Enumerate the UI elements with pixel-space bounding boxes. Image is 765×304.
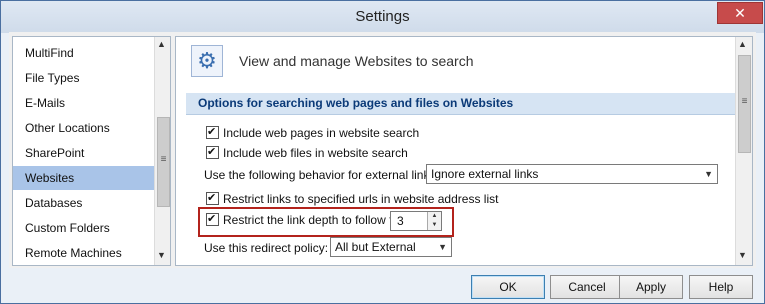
chevron-down-icon: ▼ [704, 169, 713, 179]
panel-scroll-thumb[interactable]: ≡ [738, 55, 751, 153]
include-web-files-checkbox[interactable] [206, 144, 219, 160]
restrict-urls-checkbox[interactable] [206, 190, 219, 206]
nav-item-multifind[interactable]: MultiFind [13, 41, 155, 65]
panel-scroll-up-icon[interactable]: ▲ [738, 39, 747, 49]
title-bar: Settings ✕ [1, 1, 764, 33]
stepper-buttons[interactable]: ▲ ▼ [427, 212, 441, 230]
highlight-box: Restrict the link depth to follow to: 3 … [198, 207, 454, 237]
nav-item-remote-machines[interactable]: Remote Machines [13, 241, 155, 265]
help-button[interactable]: Help [689, 275, 753, 299]
restrict-depth-label: Restrict the link depth to follow to: [223, 213, 403, 227]
section-title: Options for searching web pages and file… [186, 93, 748, 115]
restrict-urls-label: Restrict links to specified urls in webs… [223, 192, 499, 206]
ok-button[interactable]: OK [471, 275, 545, 299]
websites-settings-panel: ⚙ View and manage Websites to search Opt… [175, 36, 753, 266]
panel-scroll-down-icon[interactable]: ▼ [738, 250, 747, 260]
restrict-depth-checkbox[interactable] [206, 211, 219, 227]
cancel-button[interactable]: Cancel [550, 275, 624, 299]
gear-icon: ⚙ [191, 45, 223, 77]
include-web-files-option[interactable]: Include web files in website search [206, 144, 408, 161]
panel-header-title: View and manage Websites to search [239, 53, 474, 69]
window-title: Settings [355, 8, 410, 25]
nav-item-file-types[interactable]: File Types [13, 66, 155, 90]
include-web-files-label: Include web files in website search [223, 146, 408, 160]
restrict-urls-option[interactable]: Restrict links to specified urls in webs… [206, 190, 499, 207]
include-web-pages-label: Include web pages in website search [223, 126, 420, 140]
close-button[interactable]: ✕ [717, 2, 763, 24]
apply-button[interactable]: Apply [619, 275, 683, 299]
restrict-depth-option[interactable]: Restrict the link depth to follow to: [206, 211, 403, 228]
nav-scroll-thumb[interactable]: ≡ [157, 117, 170, 207]
redirect-policy-label: Use this redirect policy: [204, 241, 329, 255]
stepper-up-icon[interactable]: ▲ [428, 212, 441, 221]
nav-item-other-locations[interactable]: Other Locations [13, 116, 155, 140]
chevron-down-icon: ▼ [438, 242, 447, 252]
button-bar: OK Cancel Apply Help [1, 268, 764, 303]
external-links-dropdown[interactable]: Ignore external links ▼ [426, 164, 718, 184]
nav-grip-icon: ≡ [160, 154, 167, 165]
redirect-policy-dropdown[interactable]: All but External ▼ [330, 237, 452, 257]
nav-scroll-up-icon[interactable]: ▲ [157, 39, 166, 49]
nav-item-sharepoint[interactable]: SharePoint [13, 141, 155, 165]
link-depth-stepper[interactable]: 3 ▲ ▼ [390, 211, 442, 231]
category-list: MultiFind File Types E-Mails Other Locat… [12, 36, 171, 266]
panel-scrollbar[interactable]: ▲ ≡ ▼ [735, 37, 752, 265]
include-web-pages-option[interactable]: Include web pages in website search [206, 124, 420, 141]
nav-scrollbar[interactable]: ▲ ≡ ▼ [154, 37, 170, 265]
nav-scroll-down-icon[interactable]: ▼ [157, 250, 166, 260]
external-links-value: Ignore external links [431, 167, 539, 181]
external-links-label: Use the following behavior for external … [204, 168, 439, 182]
stepper-down-icon[interactable]: ▼ [428, 221, 441, 230]
nav-item-databases[interactable]: Databases [13, 191, 155, 215]
nav-item-websites[interactable]: Websites [13, 166, 155, 190]
dialog-body: MultiFind File Types E-Mails Other Locat… [9, 32, 756, 268]
panel-grip-icon: ≡ [741, 96, 748, 107]
link-depth-value: 3 [397, 214, 404, 228]
redirect-policy-value: All but External [335, 240, 416, 254]
include-web-pages-checkbox[interactable] [206, 124, 219, 140]
nav-item-custom-folders[interactable]: Custom Folders [13, 216, 155, 240]
settings-window: Settings ✕ MultiFind File Types E-Mails … [0, 0, 765, 304]
nav-item-e-mails[interactable]: E-Mails [13, 91, 155, 115]
